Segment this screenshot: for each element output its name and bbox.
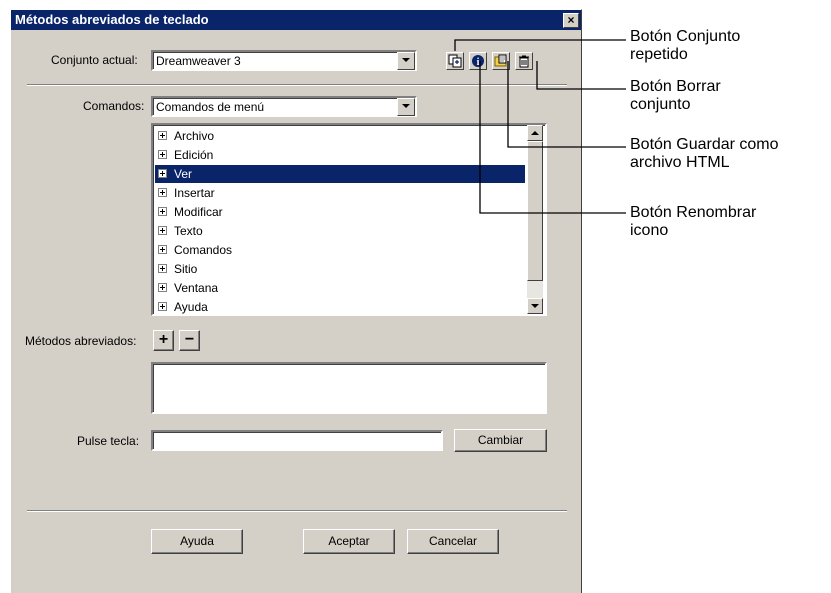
leader-rename — [479, 61, 626, 214]
callout-line: icono — [630, 222, 669, 239]
callout-line: Botón Renombrar — [630, 204, 757, 221]
callout-rename: Botón Renombrar icono — [630, 204, 756, 240]
callout-line: archivo HTML — [630, 154, 730, 171]
leader-duplicate — [454, 39, 626, 51]
callout-line: conjunto — [630, 96, 691, 113]
leader-save-html — [507, 61, 626, 148]
callout-delete-set: Botón Borrar conjunto — [630, 78, 721, 114]
leader-delete — [536, 61, 626, 90]
callout-line: Botón Borrar — [630, 78, 721, 95]
callout-line: Botón Conjunto — [630, 28, 741, 45]
callout-line: repetido — [630, 46, 688, 63]
callout-duplicate-set: Botón Conjunto repetido — [630, 28, 740, 64]
callout-save-html: Botón Guardar como archivo HTML — [630, 136, 779, 172]
callout-line: Botón Guardar como — [630, 136, 779, 153]
